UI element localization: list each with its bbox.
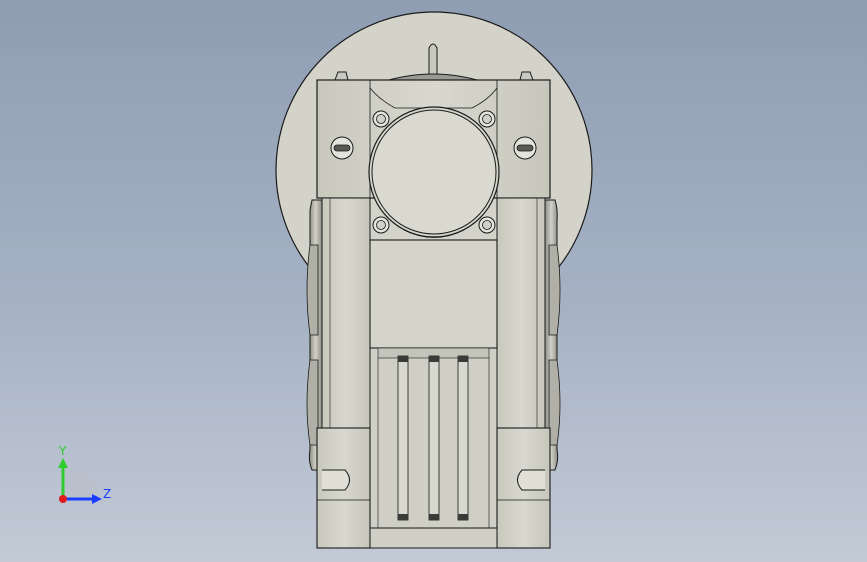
center-plate bbox=[369, 239, 498, 349]
left-column bbox=[321, 197, 371, 429]
y-axis-label: Y bbox=[58, 444, 67, 458]
y-axis-arrow bbox=[58, 458, 68, 468]
z-axis-label: Z bbox=[103, 487, 111, 501]
left-slot-hole bbox=[330, 136, 354, 160]
right-column bbox=[496, 197, 546, 429]
gear-reducer-model[interactable] bbox=[0, 0, 867, 562]
left-foot bbox=[316, 427, 371, 549]
input-bore-inner bbox=[371, 109, 497, 235]
graphics-viewport[interactable]: Y Z bbox=[0, 0, 867, 562]
x-axis-dot bbox=[59, 495, 67, 503]
right-slot-hole bbox=[513, 136, 537, 160]
triad-quarter-disc bbox=[63, 464, 99, 500]
right-foot bbox=[496, 427, 551, 549]
axis-triad: Y Z bbox=[58, 444, 111, 504]
